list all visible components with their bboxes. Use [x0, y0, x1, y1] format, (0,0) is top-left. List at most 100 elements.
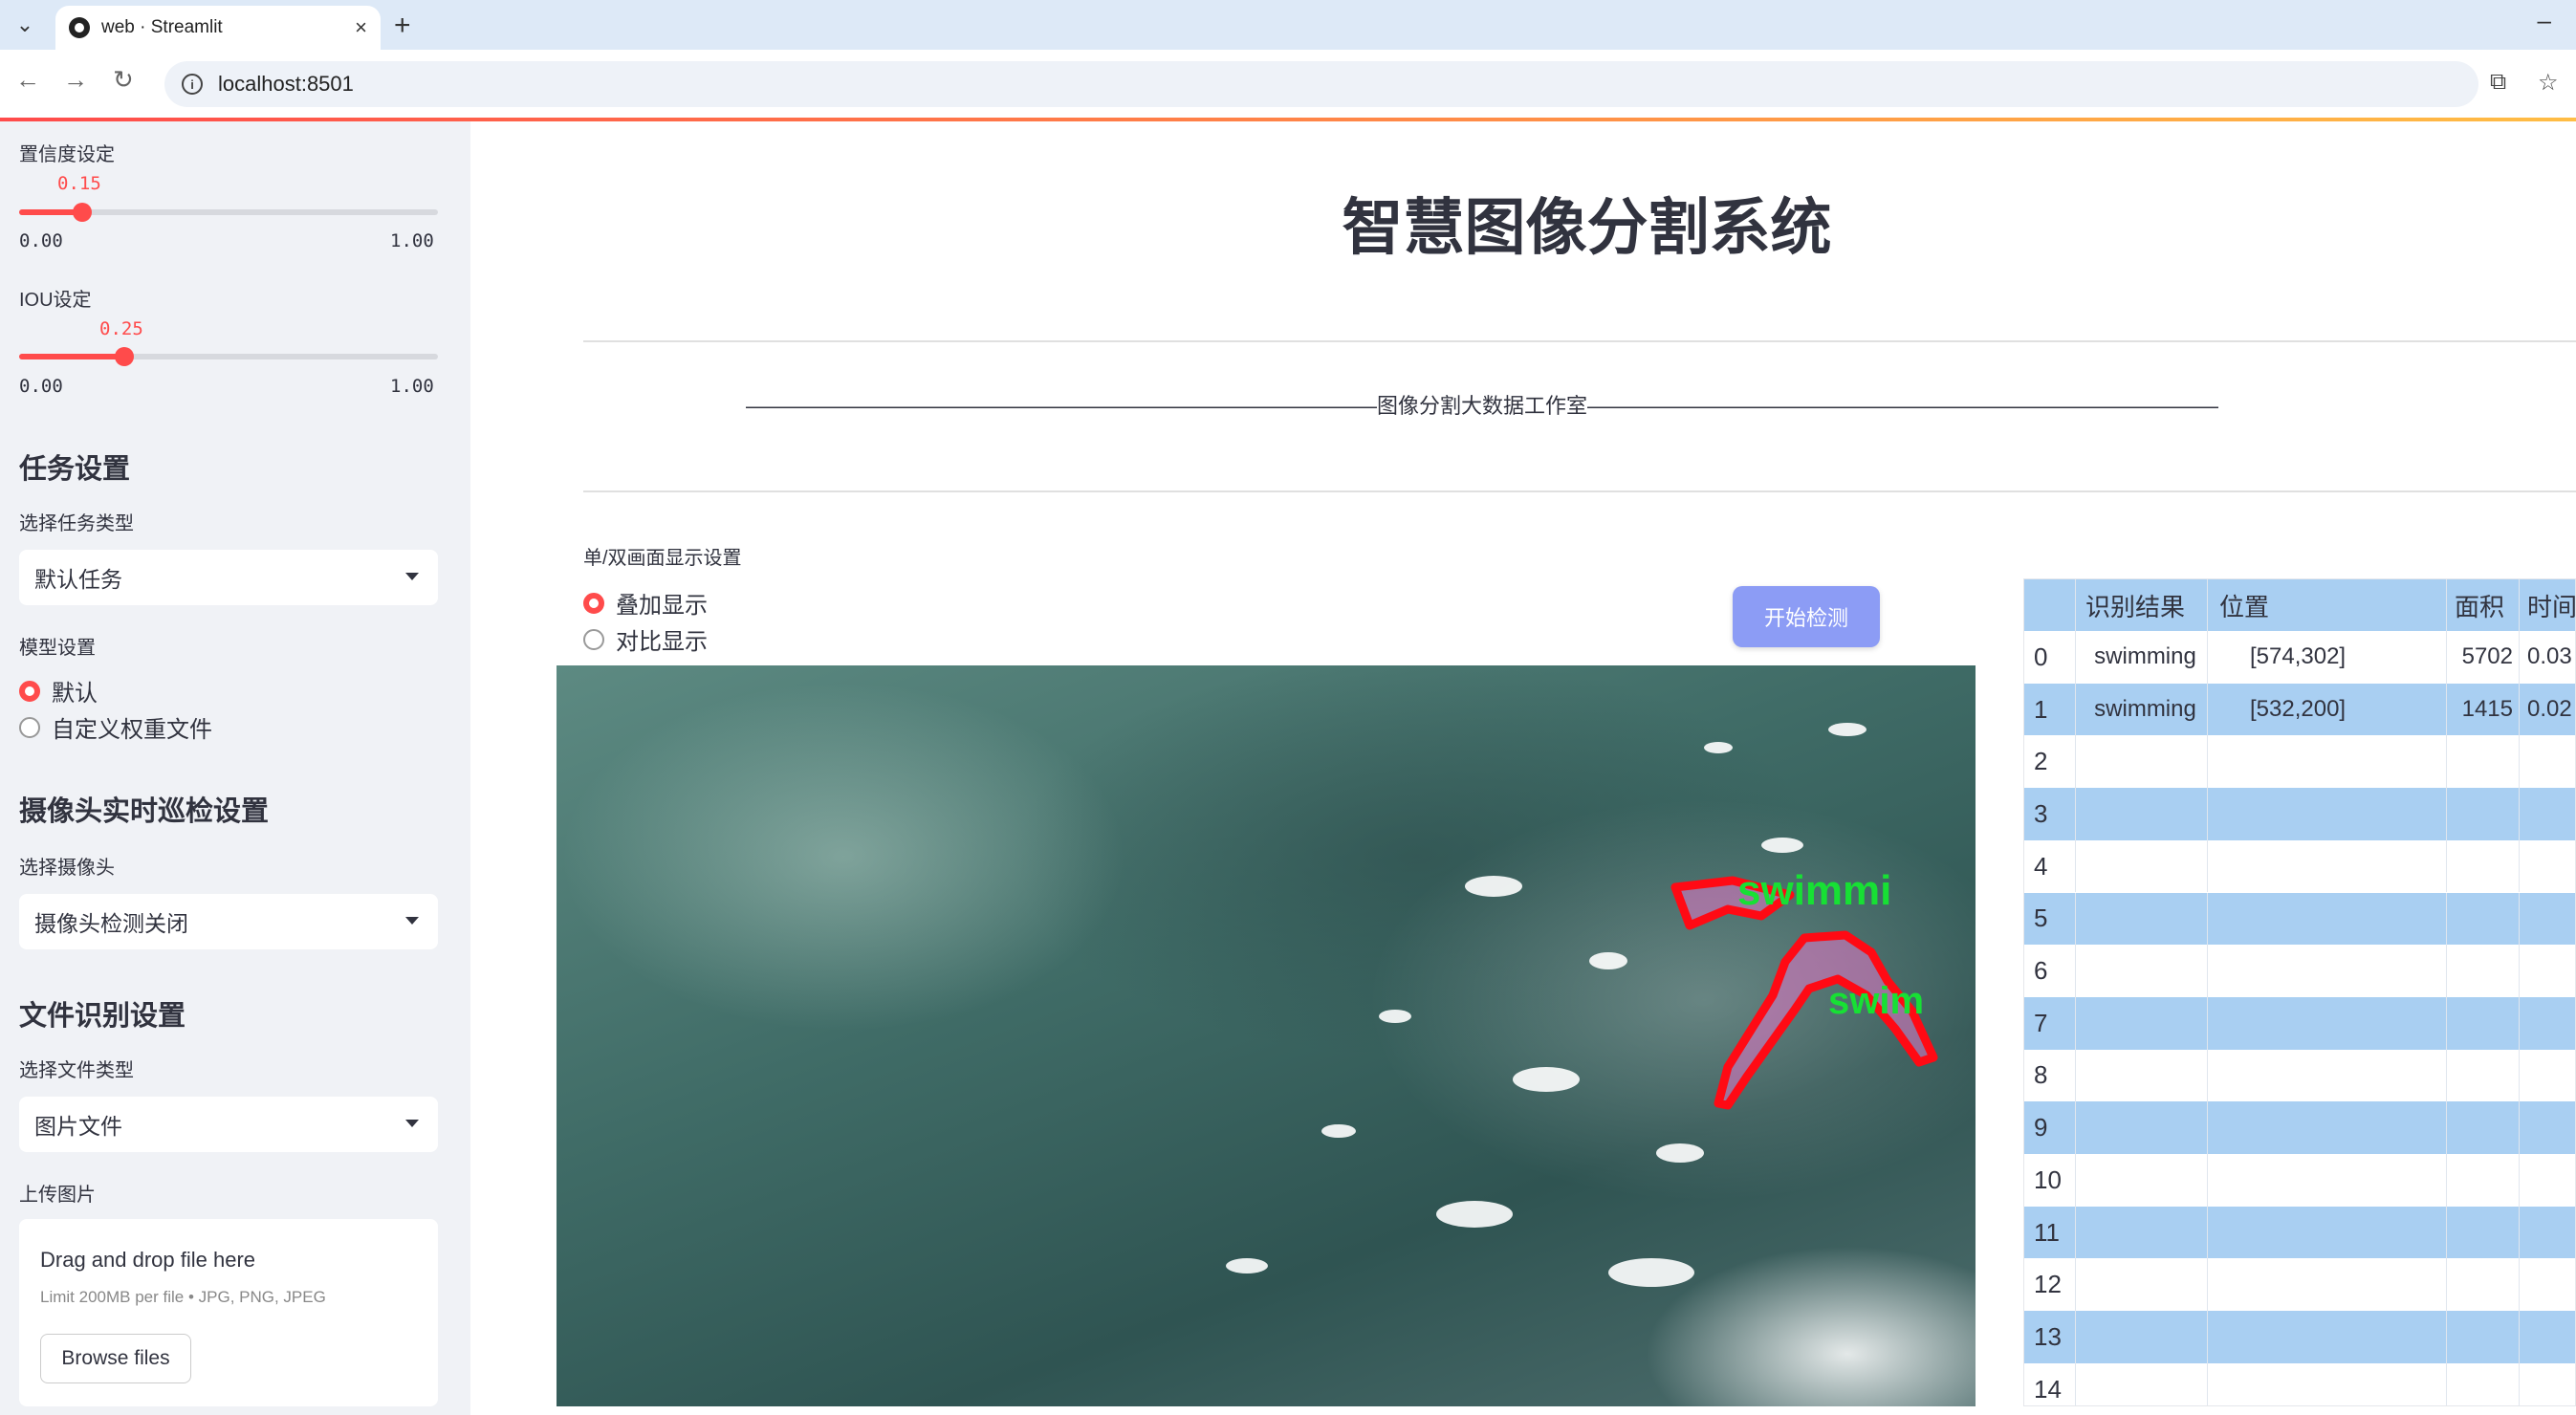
table-row[interactable]: 11: [2024, 1206, 2575, 1259]
tab-search-chevron-icon[interactable]: ⌄: [8, 8, 42, 42]
tab-close-icon[interactable]: ×: [355, 15, 367, 40]
cell-position[interactable]: [2208, 1154, 2447, 1207]
row-index[interactable]: 12: [2024, 1258, 2076, 1312]
cell-time[interactable]: [2520, 1050, 2575, 1102]
window-minimize-icon[interactable]: –: [2538, 6, 2551, 35]
cell-area[interactable]: [2447, 1049, 2520, 1102]
cell-time[interactable]: [2520, 1101, 2575, 1154]
row-index[interactable]: 8: [2024, 1049, 2076, 1102]
row-index[interactable]: 1: [2024, 683, 2076, 736]
cell-position[interactable]: [2208, 945, 2447, 997]
cell-position[interactable]: [2208, 1206, 2447, 1259]
row-index[interactable]: 2: [2024, 735, 2076, 789]
camera-select[interactable]: 摄像头检测关闭: [19, 894, 438, 949]
cell-area[interactable]: [2447, 1101, 2520, 1154]
cell-result[interactable]: [2076, 839, 2208, 893]
column-header[interactable]: 面积: [2447, 579, 2520, 631]
row-index[interactable]: 5: [2024, 892, 2076, 946]
cell-result[interactable]: swimming: [2076, 631, 2208, 684]
cell-time[interactable]: 0.02: [2520, 684, 2575, 736]
radio-unselected-icon[interactable]: [583, 628, 604, 650]
cell-area[interactable]: 5702: [2447, 631, 2520, 684]
table-row[interactable]: 6: [2024, 945, 2575, 997]
cell-area[interactable]: 1415: [2447, 683, 2520, 736]
radio-selected-icon[interactable]: [19, 680, 40, 702]
cell-result[interactable]: [2076, 1206, 2208, 1259]
cell-position[interactable]: [2208, 735, 2447, 789]
display-radio-overlay[interactable]: 叠加显示: [583, 586, 708, 620]
cell-time[interactable]: [2520, 735, 2575, 788]
iou-slider-thumb[interactable]: [114, 347, 134, 366]
cell-area[interactable]: [2447, 788, 2520, 840]
cell-time[interactable]: 0.03: [2520, 631, 2575, 684]
column-header[interactable]: 时间: [2520, 579, 2575, 631]
cell-result[interactable]: [2076, 996, 2208, 1050]
row-index[interactable]: 7: [2024, 996, 2076, 1050]
table-row[interactable]: 9: [2024, 1101, 2575, 1154]
cell-result[interactable]: [2076, 1049, 2208, 1102]
conf-slider[interactable]: [19, 203, 438, 222]
column-header[interactable]: 识别结果: [2076, 579, 2208, 631]
back-arrow-icon[interactable]: ←: [15, 65, 40, 95]
cell-area[interactable]: [2447, 945, 2520, 997]
new-tab-icon[interactable]: +: [394, 10, 411, 42]
cell-result[interactable]: [2076, 788, 2208, 840]
cell-result[interactable]: [2076, 1311, 2208, 1363]
file-dropzone[interactable]: Drag and drop file here Limit 200MB per …: [19, 1219, 438, 1406]
table-row[interactable]: 13: [2024, 1311, 2575, 1363]
cell-position[interactable]: [2208, 1362, 2447, 1405]
cell-position[interactable]: [2208, 1101, 2447, 1154]
row-index[interactable]: 6: [2024, 945, 2076, 997]
cell-time[interactable]: [2520, 1363, 2575, 1405]
cell-position[interactable]: [2208, 1311, 2447, 1363]
row-index[interactable]: 11: [2024, 1206, 2076, 1259]
cell-area[interactable]: [2447, 996, 2520, 1050]
radio-unselected-icon[interactable]: [19, 716, 40, 738]
reload-icon[interactable]: ↻: [113, 65, 134, 95]
cell-time[interactable]: [2520, 997, 2575, 1050]
cell-result[interactable]: [2076, 735, 2208, 789]
cell-result[interactable]: [2076, 945, 2208, 997]
url-input[interactable]: i localhost:8501: [164, 61, 2478, 107]
cell-position[interactable]: [2208, 892, 2447, 946]
cell-position[interactable]: [574,302]: [2208, 631, 2447, 684]
translate-icon[interactable]: ⧉: [2490, 69, 2506, 96]
table-row[interactable]: 14: [2024, 1362, 2575, 1405]
cell-time[interactable]: [2520, 1311, 2575, 1363]
table-row[interactable]: 5: [2024, 892, 2575, 946]
row-index[interactable]: 10: [2024, 1154, 2076, 1207]
table-row[interactable]: 8: [2024, 1049, 2575, 1102]
cell-time[interactable]: [2520, 945, 2575, 997]
cell-area[interactable]: [2447, 839, 2520, 893]
iou-slider[interactable]: [19, 347, 438, 366]
cell-area[interactable]: [2447, 735, 2520, 789]
forward-arrow-icon[interactable]: →: [63, 65, 88, 95]
cell-area[interactable]: [2447, 1206, 2520, 1259]
cell-position[interactable]: [2208, 788, 2447, 840]
table-row[interactable]: 7: [2024, 996, 2575, 1050]
cell-result[interactable]: [2076, 892, 2208, 946]
cell-area[interactable]: [2447, 1258, 2520, 1312]
row-index[interactable]: 13: [2024, 1311, 2076, 1363]
browser-tab[interactable]: web · Streamlit ×: [55, 6, 381, 50]
cell-result[interactable]: [2076, 1258, 2208, 1312]
start-detect-button[interactable]: 开始检测: [1733, 586, 1880, 647]
cell-time[interactable]: [2520, 788, 2575, 840]
cell-time[interactable]: [2520, 1207, 2575, 1259]
model-radio-custom[interactable]: 自定义权重文件: [19, 710, 212, 744]
cell-position[interactable]: [2208, 996, 2447, 1050]
radio-selected-icon[interactable]: [583, 592, 604, 614]
cell-area[interactable]: [2447, 1154, 2520, 1207]
cell-area[interactable]: [2447, 1362, 2520, 1405]
cell-result[interactable]: [2076, 1362, 2208, 1405]
cell-position[interactable]: [532,200]: [2208, 683, 2447, 736]
file-type-select[interactable]: 图片文件: [19, 1097, 438, 1152]
cell-time[interactable]: [2520, 893, 2575, 946]
column-header[interactable]: [2024, 579, 2076, 631]
cell-result[interactable]: [2076, 1154, 2208, 1207]
cell-position[interactable]: [2208, 1049, 2447, 1102]
row-index[interactable]: 4: [2024, 839, 2076, 893]
table-row[interactable]: 3: [2024, 788, 2575, 840]
cell-time[interactable]: [2520, 1154, 2575, 1207]
row-index[interactable]: 9: [2024, 1101, 2076, 1154]
